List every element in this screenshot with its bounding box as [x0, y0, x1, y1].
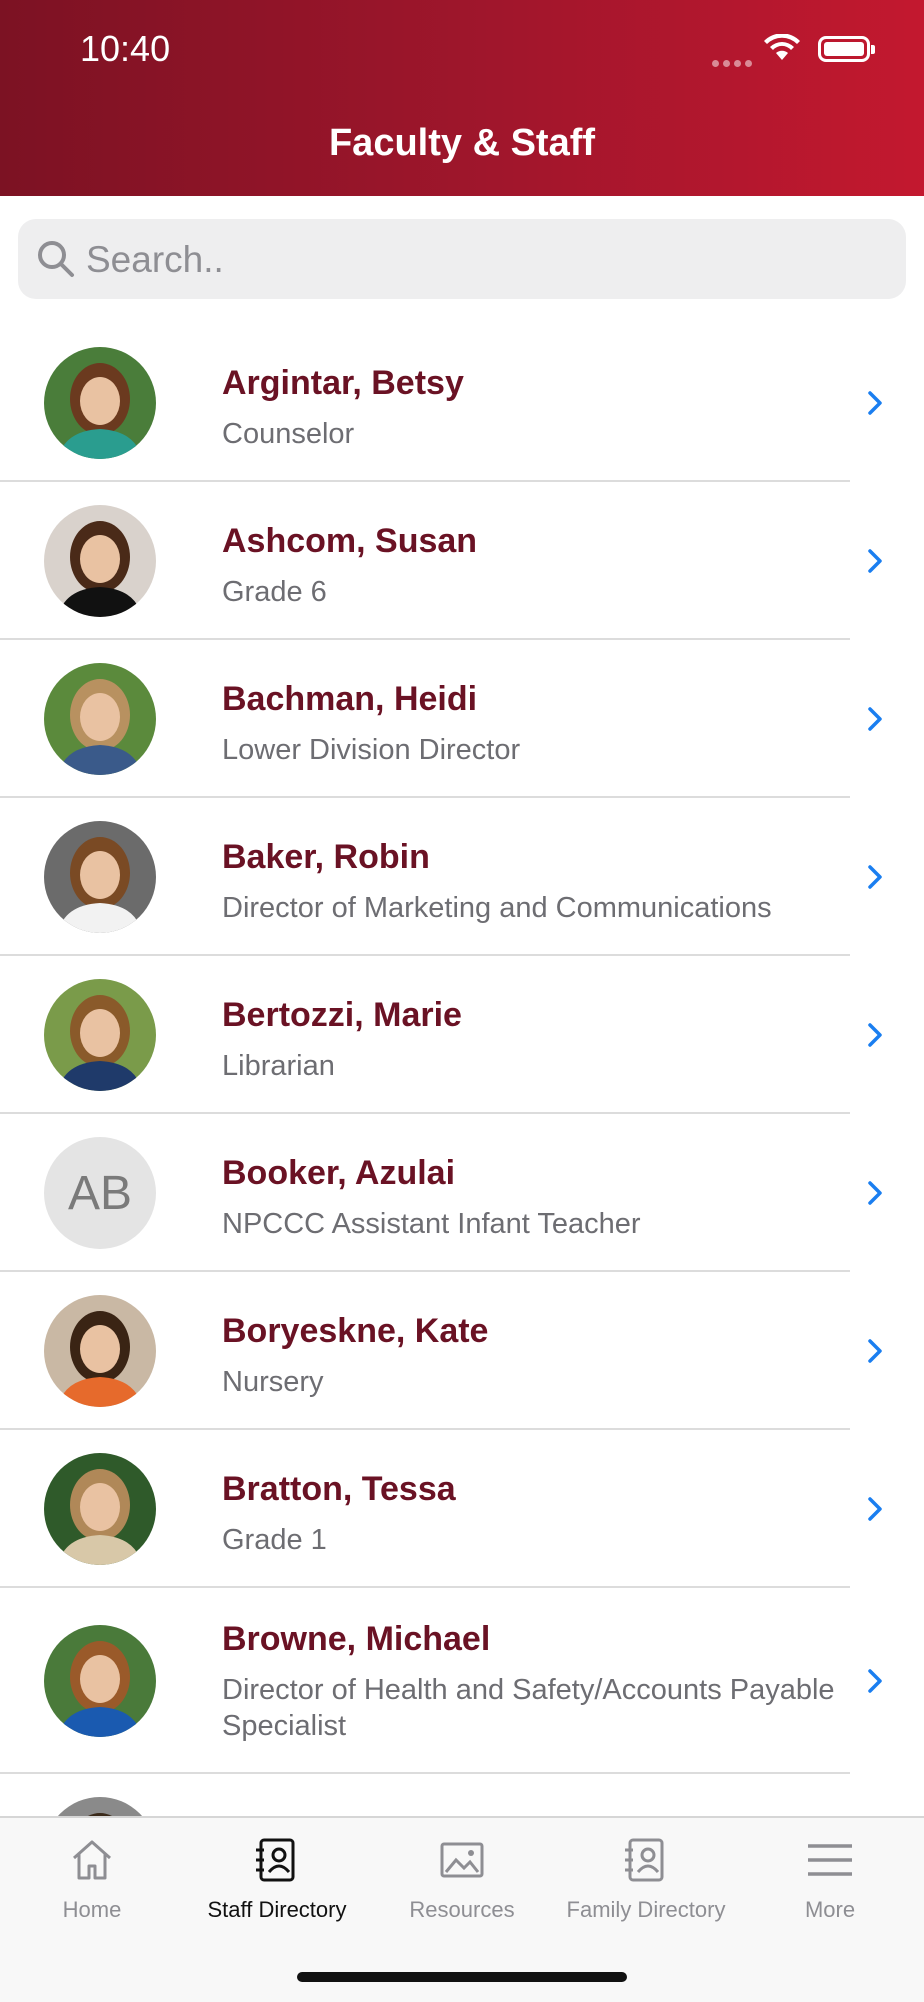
menu-icon: [808, 1844, 852, 1876]
tab-more[interactable]: More: [738, 1836, 922, 1923]
avatar-initials: AB: [44, 1137, 156, 1249]
staff-role: Counselor: [222, 418, 355, 450]
staff-role: Librarian: [222, 1050, 335, 1082]
chevron-right-icon: [868, 1023, 882, 1047]
avatar: [44, 1797, 156, 1816]
search-icon: [38, 241, 74, 277]
staff-row[interactable]: Bachman, Heidi Lower Division Director: [0, 640, 924, 798]
chevron-right-icon: [868, 1669, 882, 1693]
staff-row[interactable]: AB Booker, Azulai NPCCC Assistant Infant T…: [0, 1114, 924, 1272]
staff-row[interactable]: Argintar, Betsy Counselor: [0, 324, 924, 482]
staff-role: Director of Marketing and Communications: [222, 892, 772, 924]
tab-family-directory[interactable]: Family Directory: [554, 1836, 738, 1923]
image-icon: [440, 1842, 484, 1878]
staff-name: Boryeskne, Kate: [222, 1312, 489, 1350]
staff-name: Bertozzi, Marie: [222, 996, 462, 1034]
cellular-signal-icon: [712, 54, 756, 72]
house-icon: [73, 1840, 111, 1880]
tab-label: More: [804, 1897, 856, 1922]
staff-name: Baker, Robin: [222, 838, 430, 876]
staff-name: Browne, Michael: [222, 1620, 491, 1658]
tab-label: Resources: [409, 1897, 515, 1922]
staff-row[interactable]: Browne, Michael Director of Health and Sa…: [0, 1588, 924, 1774]
contact-card-icon: [625, 1838, 664, 1882]
contact-card-icon: [256, 1838, 295, 1882]
chevron-right-icon: [868, 1181, 882, 1205]
staff-row[interactable]: Bulen, R: [0, 1774, 924, 1816]
staff-name: Bachman, Heidi: [222, 680, 478, 718]
tab-label: Home: [62, 1897, 122, 1922]
staff-role: Lower Division Director: [222, 734, 521, 766]
staff-role: Director of Health and Safety/Accounts P…: [222, 1674, 835, 1742]
staff-name: Argintar, Betsy: [222, 364, 464, 402]
tab-resources[interactable]: Resources: [370, 1836, 554, 1923]
app-header: 10:40 Faculty & Staff: [0, 0, 924, 196]
chevron-right-icon: [868, 549, 882, 573]
avatar: [44, 979, 156, 1091]
staff-row[interactable]: Baker, Robin Director of Marketing and Co…: [0, 798, 924, 956]
avatar: [44, 347, 156, 459]
chevron-right-icon: [868, 1497, 882, 1521]
wifi-icon: [764, 34, 800, 60]
tab-label: Family Directory: [566, 1897, 726, 1922]
chevron-right-icon: [868, 707, 882, 731]
avatar: [44, 1295, 156, 1407]
staff-name: Booker, Azulai: [222, 1154, 456, 1192]
avatar: [44, 1453, 156, 1565]
staff-role: Nursery: [222, 1366, 324, 1398]
chevron-right-icon: [868, 1339, 882, 1363]
staff-row[interactable]: Boryeskne, Kate Nursery: [0, 1272, 924, 1430]
staff-name: Ashcom, Susan: [222, 522, 478, 560]
tab-staff-directory[interactable]: Staff Directory: [185, 1836, 369, 1923]
staff-role: Grade 1: [222, 1524, 327, 1556]
staff-role: Grade 6: [222, 576, 327, 608]
search-input[interactable]: [84, 219, 888, 301]
home-indicator[interactable]: [297, 1972, 627, 1982]
avatar: [44, 1625, 156, 1737]
staff-role: NPCCC Assistant Infant Teacher: [222, 1208, 641, 1240]
search-bar[interactable]: [18, 219, 906, 301]
staff-list[interactable]: Argintar, Betsy Counselor Ashcom, Susan Gr…: [0, 324, 924, 1816]
page-title: Faculty & Staff: [328, 122, 596, 164]
tab-label: Staff Directory: [207, 1897, 347, 1922]
staff-row[interactable]: Bratton, Tessa Grade 1: [0, 1430, 924, 1588]
status-time: 10:40: [80, 28, 171, 69]
tab-home[interactable]: Home: [0, 1836, 184, 1923]
chevron-right-icon: [868, 391, 882, 415]
staff-row[interactable]: Ashcom, Susan Grade 6: [0, 482, 924, 640]
chevron-right-icon: [868, 865, 882, 889]
staff-row[interactable]: Bertozzi, Marie Librarian: [0, 956, 924, 1114]
staff-name: Bratton, Tessa: [222, 1470, 456, 1508]
battery-icon: [818, 36, 875, 62]
avatar: [44, 663, 156, 775]
avatar: [44, 821, 156, 933]
avatar: [44, 505, 156, 617]
